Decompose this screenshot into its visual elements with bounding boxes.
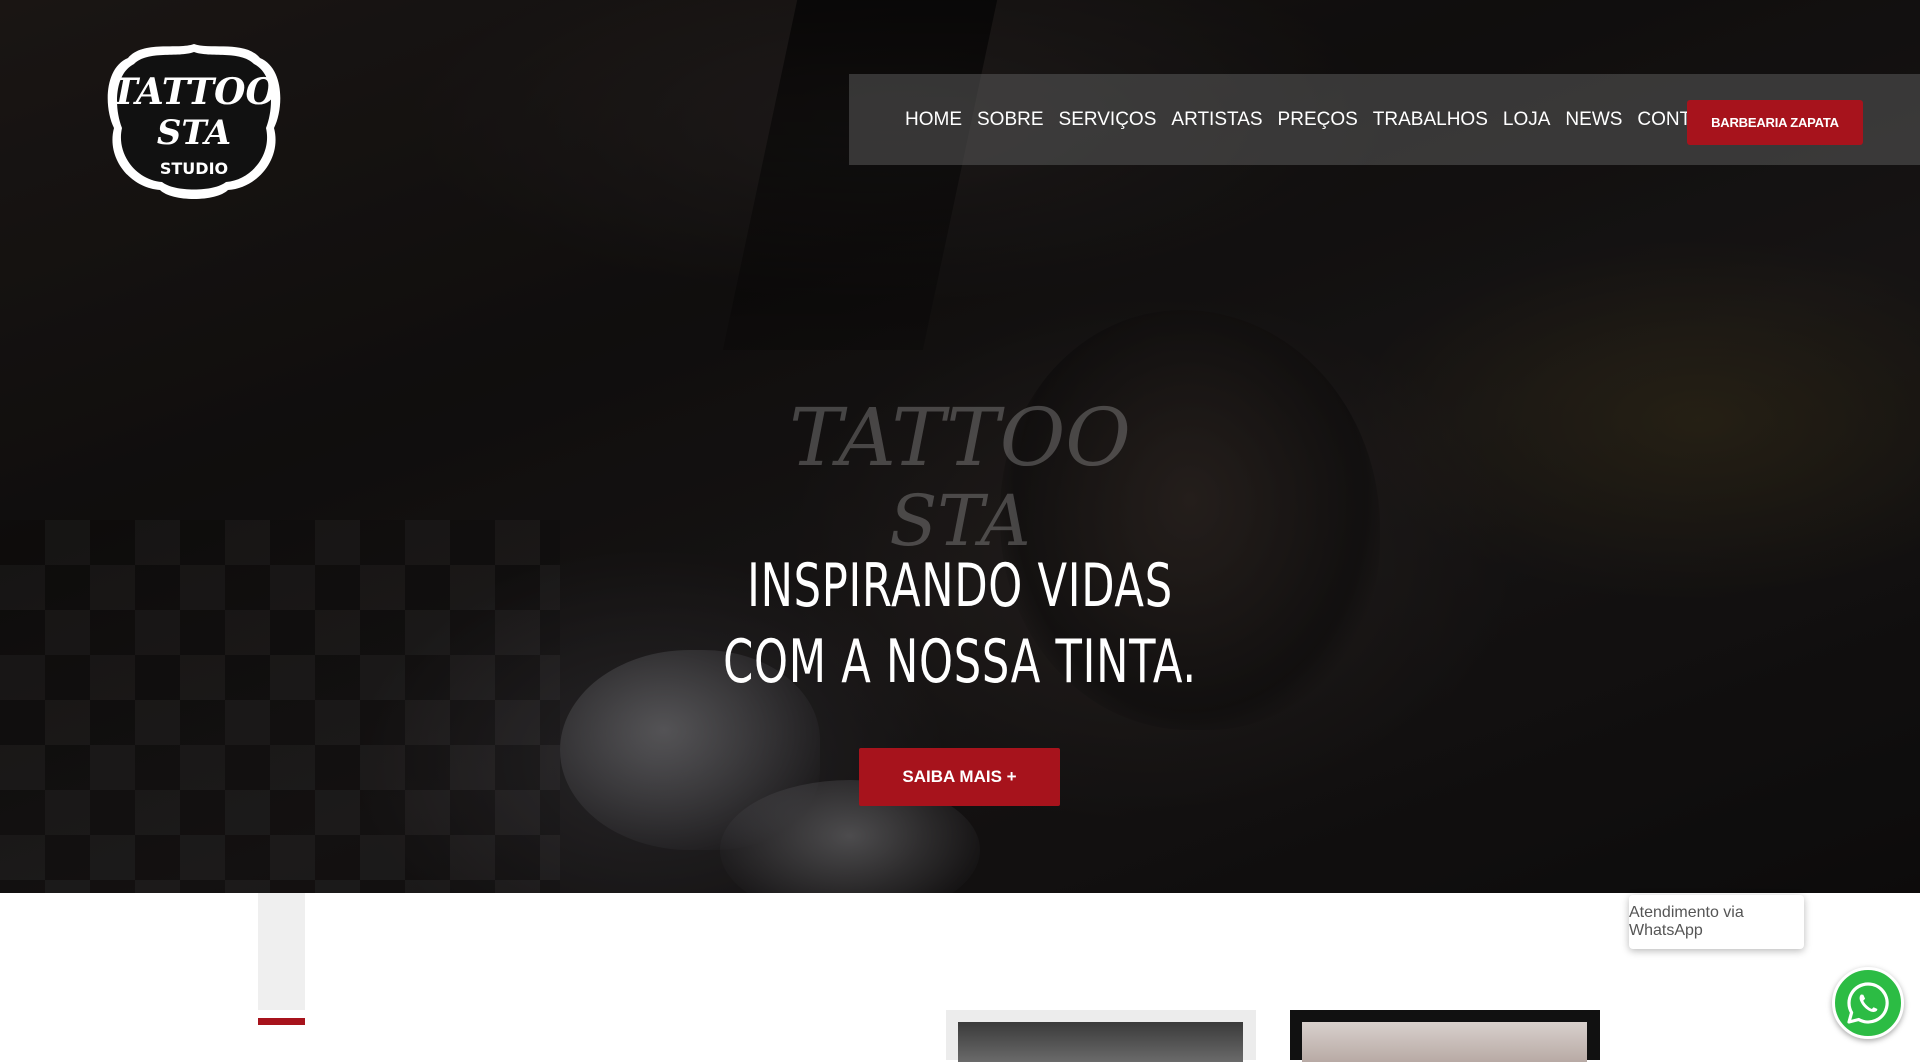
whatsapp-tooltip[interactable]: Atendimento via WhatsApp [1629,895,1804,949]
nav-item-sobre[interactable]: SOBRE [977,109,1044,131]
nav-item-home[interactable]: HOME [905,109,962,131]
watermark-logo: TATTOO STA [760,370,1160,570]
hero-title-line-1: INSPIRANDO VIDAS [747,551,1173,621]
gallery-card-image [958,1022,1243,1062]
site-logo[interactable]: TATTOO STA STUDIO [98,38,290,202]
hero-section: TATTOO STA TATTOO STA STUDIO HOME SOBRE … [0,0,1920,893]
whatsapp-button[interactable] [1832,967,1904,1039]
main-navigation: HOME SOBRE SERVIÇOS ARTISTAS PREÇOS TRAB… [849,74,1920,165]
nav-item-news[interactable]: NEWS [1565,109,1622,131]
nav-item-loja[interactable]: LOJA [1503,109,1551,131]
nav-menu: HOME SOBRE SERVIÇOS ARTISTAS PREÇOS TRAB… [905,74,1742,165]
svg-text:TATTOO: TATTOO [111,71,277,113]
hero-title-line-2: COM A NOSSA TINTA. [723,627,1197,697]
svg-text:STUDIO: STUDIO [160,159,228,178]
nav-item-artistas[interactable]: ARTISTAS [1171,109,1262,131]
nav-item-servicos[interactable]: SERVIÇOS [1059,109,1157,131]
barbearia-zapata-button[interactable]: BARBEARIA ZAPATA [1687,100,1863,145]
nav-item-trabalhos[interactable]: TRABALHOS [1373,109,1488,131]
svg-text:STA: STA [157,113,231,153]
gallery-card[interactable] [1290,1010,1600,1062]
gallery-card-image [1302,1022,1587,1062]
hero-title: INSPIRANDO VIDAS COM A NOSSA TINTA. [672,548,1248,700]
whatsapp-icon [1847,982,1889,1024]
saiba-mais-button[interactable]: SAIBA MAIS + [859,748,1060,806]
section-red-accent-bar [258,1018,305,1025]
section-gray-block [258,893,305,1010]
gallery-card[interactable] [946,1010,1256,1062]
nav-item-precos[interactable]: PREÇOS [1278,109,1358,131]
svg-text:TATTOO: TATTOO [789,391,1131,484]
